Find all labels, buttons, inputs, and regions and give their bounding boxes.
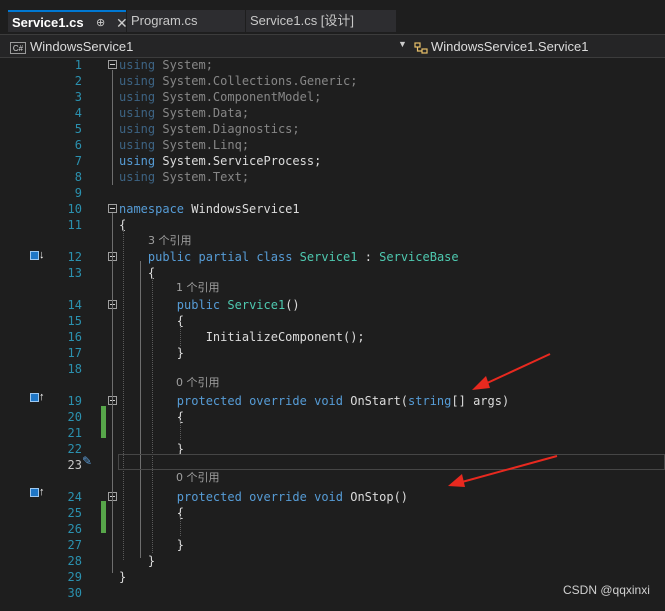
tab-program-cs[interactable]: Program.cs — [127, 10, 245, 32]
tab-service1-designer[interactable]: Service1.cs [设计] — [246, 10, 396, 32]
tab-service1-cs[interactable]: Service1.cs ⊕ ✕ — [8, 10, 128, 34]
watermark: CSDN @qqxinxi — [563, 583, 650, 597]
csharp-file-icon: C# — [10, 41, 26, 54]
type-dropdown[interactable]: WindowsService1.Service1 — [414, 37, 664, 56]
pin-icon[interactable]: ⊕ — [96, 12, 105, 34]
annotation-arrows — [448, 353, 558, 487]
annotation-arrow — [472, 353, 551, 390]
navigation-bar: C# WindowsService1 ▼ WindowsService1.Serv… — [0, 34, 665, 58]
close-icon[interactable]: ✕ — [116, 12, 128, 34]
code-editor[interactable]: 1 using System; 2 using System.Collections.… — [0, 58, 665, 611]
project-dropdown[interactable]: C# WindowsService1 — [10, 37, 410, 56]
tab-label: Service1.cs — [12, 15, 84, 30]
annotation-arrow — [448, 455, 558, 487]
project-name: WindowsService1 — [30, 39, 134, 54]
tab-bar: Service1.cs ⊕ ✕ Program.cs Service1.cs [… — [0, 0, 665, 34]
type-name: WindowsService1.Service1 — [431, 39, 589, 54]
class-icon — [414, 41, 428, 54]
chevron-down-icon[interactable]: ▼ — [398, 39, 407, 49]
tab-label: Service1.cs [设计] — [250, 13, 355, 28]
tab-label: Program.cs — [131, 13, 198, 28]
